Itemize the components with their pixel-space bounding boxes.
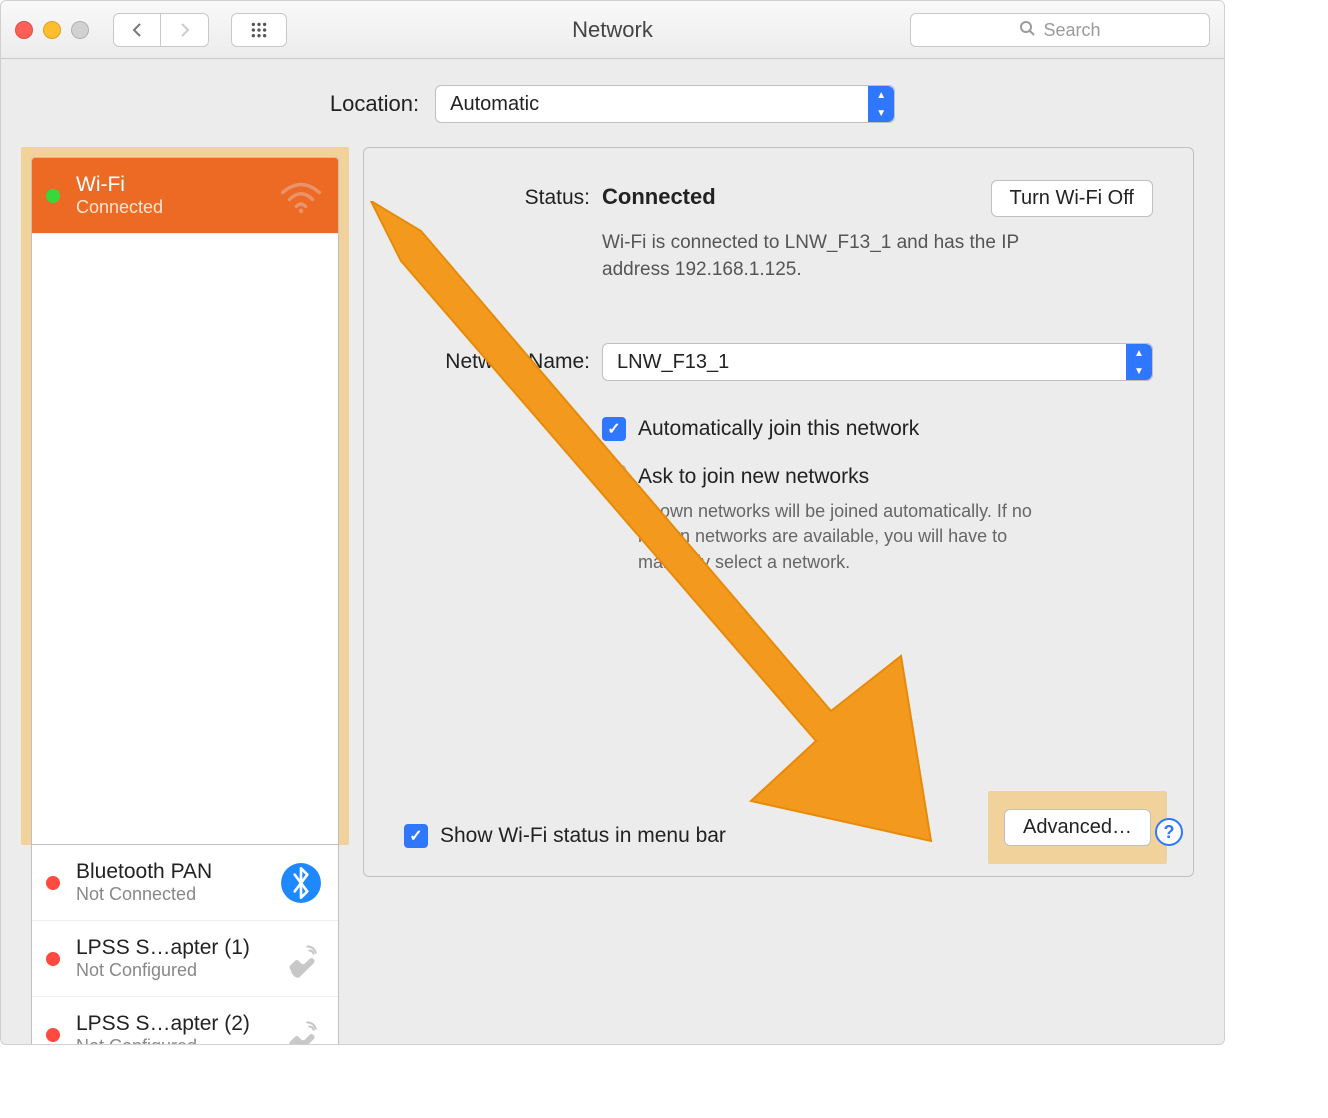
wifi-icon — [276, 171, 326, 221]
ask-join-label: Ask to join new networks — [638, 465, 869, 489]
network-name-label: Network Name: — [404, 350, 590, 374]
item-status: Not Connected — [76, 884, 276, 906]
back-button[interactable] — [113, 13, 161, 47]
annotation-highlight-sidebar: Wi-FiConnected — [21, 147, 349, 845]
auto-join-label: Automatically join this network — [638, 417, 919, 441]
zoom-window-button[interactable] — [71, 21, 89, 39]
item-name: Wi-Fi — [76, 172, 276, 197]
sidebar-item-lpss-1[interactable]: LPSS S…apter (1)Not Configured — [32, 921, 338, 997]
sidebar-item-lpss-2[interactable]: LPSS S…apter (2)Not Configured — [32, 997, 338, 1045]
interface-sidebar: Wi-FiConnected Bluetooth PANNot Connecte… — [31, 147, 339, 1045]
item-name: LPSS S…apter (1) — [76, 935, 276, 960]
sidebar-item-bluetooth-pan[interactable]: Bluetooth PANNot Connected — [32, 845, 338, 921]
select-stepper-icon: ▲▼ — [1126, 344, 1152, 380]
auto-join-checkbox[interactable]: ✓ — [602, 417, 626, 441]
turn-wifi-off-button[interactable]: Turn Wi-Fi Off — [991, 180, 1153, 217]
status-dot-icon — [46, 189, 60, 203]
modem-icon — [276, 1010, 326, 1046]
traffic-lights — [15, 21, 89, 39]
advanced-button[interactable]: Advanced… — [1004, 809, 1151, 846]
titlebar: Network Search — [1, 1, 1224, 59]
status-dot-icon — [46, 876, 60, 890]
item-name: Bluetooth PAN — [76, 859, 276, 884]
show-menubar-checkbox[interactable]: ✓ — [404, 824, 428, 848]
nav-buttons — [113, 13, 209, 47]
select-stepper-icon: ▲▼ — [868, 86, 894, 122]
search-field[interactable]: Search — [910, 13, 1210, 47]
sidebar-item-wifi[interactable]: Wi-FiConnected — [32, 158, 338, 234]
network-name-value: LNW_F13_1 — [617, 351, 729, 374]
location-value: Automatic — [450, 93, 539, 116]
status-label: Status: — [404, 184, 590, 210]
location-select[interactable]: Automatic ▲▼ — [435, 85, 895, 123]
help-button[interactable]: ? — [1155, 818, 1183, 846]
close-window-button[interactable] — [15, 21, 33, 39]
annotation-highlight-advanced: Advanced… — [988, 791, 1167, 864]
status-value: Connected — [602, 184, 716, 209]
show-all-button[interactable] — [231, 13, 287, 47]
minimize-window-button[interactable] — [43, 21, 61, 39]
show-menubar-label: Show Wi-Fi status in menu bar — [440, 824, 726, 848]
network-name-select[interactable]: LNW_F13_1 ▲▼ — [602, 343, 1153, 381]
item-status: Not Configured — [76, 960, 276, 982]
search-placeholder: Search — [1043, 20, 1100, 41]
search-icon — [1019, 20, 1035, 41]
modem-icon — [276, 934, 326, 984]
network-prefs-window: Network Search Location: Automatic ▲▼ Wi… — [0, 0, 1225, 1045]
item-status: Connected — [76, 197, 276, 219]
status-description: Wi-Fi is connected to LNW_F13_1 and has … — [602, 230, 1062, 283]
window-body: Location: Automatic ▲▼ Wi-FiConnected — [1, 59, 1224, 1045]
status-dot-icon — [46, 1028, 60, 1042]
forward-button[interactable] — [161, 13, 209, 47]
item-name: LPSS S…apter (2) — [76, 1011, 276, 1036]
location-label: Location: — [330, 91, 419, 117]
main-panel: Status: Connected Turn Wi-Fi Off Wi-Fi i… — [363, 147, 1194, 877]
ask-join-description: Known networks will be joined automatica… — [638, 499, 1068, 575]
bluetooth-icon — [276, 858, 326, 908]
interface-list[interactable]: Wi-FiConnected — [31, 157, 339, 845]
item-status: Not Configured — [76, 1036, 276, 1045]
interface-list-rest[interactable]: Bluetooth PANNot Connected LPSS S…apter … — [31, 845, 339, 1045]
ask-join-checkbox[interactable] — [602, 465, 626, 489]
status-dot-icon — [46, 952, 60, 966]
